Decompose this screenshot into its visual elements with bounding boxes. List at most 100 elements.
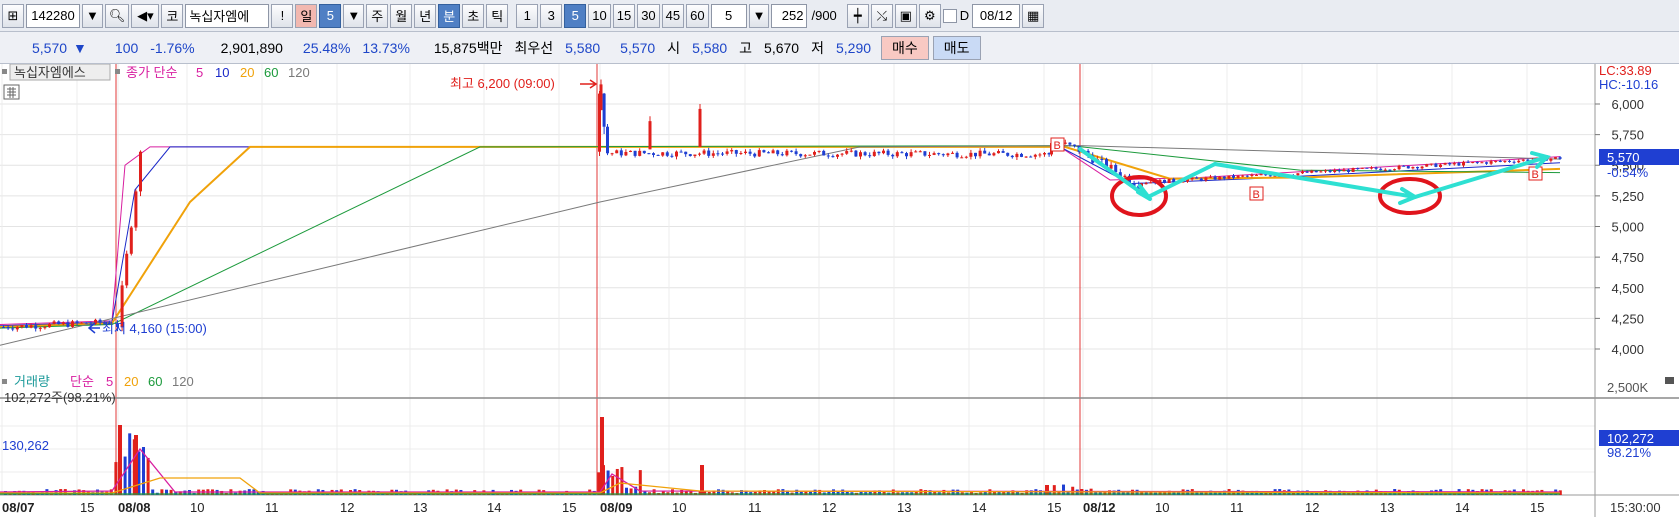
candle-body	[61, 322, 65, 325]
period-year-button[interactable]: 년	[414, 3, 437, 28]
sell-button[interactable]: 매도	[932, 35, 981, 60]
code-dropdown-icon[interactable]: ▼	[82, 3, 103, 28]
candle-body	[826, 155, 830, 157]
interval-30-button[interactable]: 30	[637, 3, 660, 28]
candle-body	[661, 152, 665, 156]
interval-5-button[interactable]: 5	[564, 3, 587, 28]
period-day-button[interactable]: 일	[295, 3, 318, 28]
candle-body	[1218, 176, 1222, 180]
candle-body	[125, 253, 129, 286]
save-icon[interactable]: ▣	[894, 3, 917, 28]
candle-body	[1314, 170, 1318, 173]
candle-body	[1494, 160, 1498, 162]
candle-body	[1043, 153, 1046, 155]
candle-body	[1333, 170, 1337, 172]
candle-body	[1255, 174, 1258, 176]
candle-body	[1374, 167, 1378, 169]
candle-body	[1301, 171, 1304, 174]
candle-body	[1209, 176, 1212, 178]
chart-menu-icon[interactable]: ⊞	[2, 3, 24, 28]
interval-3-button[interactable]: 3	[540, 3, 563, 28]
candle-body	[1236, 175, 1240, 178]
candle-body	[675, 151, 678, 157]
candle-body	[1452, 163, 1456, 165]
alert-button[interactable]: !	[271, 3, 294, 28]
candle-body	[1144, 183, 1148, 185]
panel-collapse-icon[interactable]	[1665, 377, 1674, 384]
period-n-button[interactable]: 5	[319, 3, 342, 28]
gear-icon[interactable]: ⚙	[918, 3, 941, 28]
svg-text:B: B	[1532, 169, 1539, 181]
period-month-button[interactable]: 월	[390, 3, 413, 28]
period-tick-button[interactable]: 틱	[486, 3, 509, 28]
candle-body	[1462, 161, 1465, 166]
candle-body	[693, 154, 697, 157]
search-icon[interactable]: 🔍︎	[104, 3, 130, 28]
period-week-button[interactable]: 주	[366, 3, 389, 28]
date-checkbox[interactable]	[942, 8, 957, 23]
volume-bar	[146, 457, 150, 495]
candle-body	[1356, 168, 1360, 170]
candle-body	[2, 326, 5, 328]
candle-body	[748, 151, 752, 154]
candle-body	[1241, 175, 1245, 177]
interval-60-button[interactable]: 60	[686, 3, 709, 28]
candle-body	[1347, 169, 1350, 172]
candle-body	[1268, 175, 1272, 177]
candle-body	[619, 150, 623, 156]
price-tick-label: 4,250	[1611, 311, 1644, 326]
candle-body	[817, 150, 821, 152]
interval-15-button[interactable]: 15	[612, 3, 636, 28]
candle-body	[1172, 178, 1176, 182]
candle-body	[753, 153, 757, 157]
count-input[interactable]: 252	[771, 3, 808, 28]
low-label: 저	[811, 39, 824, 56]
candle-body	[1508, 160, 1511, 162]
draw-tool-icon[interactable]: ⤯	[870, 3, 893, 28]
candle-body	[629, 150, 632, 152]
b-marker[interactable]: B	[1249, 186, 1264, 201]
candle-body	[886, 150, 890, 155]
time-axis-label: 15	[1047, 500, 1061, 515]
panel-handle-icon[interactable]	[2, 69, 7, 74]
speaker-icon[interactable]: ◀▾	[131, 3, 160, 28]
volume-ratio: 25.48%	[302, 39, 351, 56]
date-input[interactable]: 08/12	[972, 3, 1021, 28]
stock-code-input[interactable]: 142280	[26, 3, 80, 28]
stock-chart-window: ⊞ 142280 ▼ 🔍︎ ◀▾ 코 녹십자엠에 ! 일 5 ▼ 주 월 년 분…	[0, 0, 1679, 517]
stock-name-field[interactable]: 녹십자엠에	[185, 3, 270, 28]
candle-body	[831, 156, 835, 158]
candle-body	[129, 227, 133, 254]
ma-handle-icon[interactable]	[115, 69, 120, 74]
candle-body	[1443, 162, 1447, 165]
b-marker[interactable]: B	[1528, 166, 1543, 181]
volume-handle-icon[interactable]	[2, 379, 7, 384]
interval-dropdown-icon[interactable]: ▼	[748, 3, 770, 28]
volume-ma-title: 단순	[70, 374, 94, 389]
period-second-button[interactable]: 초	[462, 3, 485, 28]
count-total: /900	[811, 8, 837, 23]
custom-interval-input[interactable]: 5	[710, 3, 747, 28]
market-prefix[interactable]: 코	[161, 3, 184, 28]
period-dropdown-icon[interactable]: ▼	[343, 3, 365, 28]
time-axis-label: 15	[80, 500, 94, 515]
candle-body	[43, 327, 47, 329]
period-minute-button[interactable]: 분	[438, 3, 461, 28]
candle-body	[1038, 154, 1042, 156]
candle-body	[1024, 156, 1028, 158]
interval-1-button[interactable]: 1	[516, 3, 539, 28]
chart-type-icon[interactable]: ┿	[846, 3, 869, 28]
interval-10-button[interactable]: 10	[588, 3, 611, 28]
interval-45-button[interactable]: 45	[661, 3, 685, 28]
buy-button[interactable]: 매수	[881, 35, 929, 60]
candle-body	[66, 322, 70, 327]
candle-body	[872, 151, 876, 157]
candle-body	[1498, 160, 1502, 162]
candle-body	[1010, 155, 1014, 158]
b-marker[interactable]: B	[1050, 137, 1065, 152]
candle-body	[6, 327, 10, 329]
candle-body	[744, 151, 747, 153]
calendar-icon[interactable]: ▦	[1022, 3, 1045, 28]
ma-period-60: 60	[264, 65, 278, 80]
candlestick-chart[interactable]: 녹십자엠에스 종가 단순 5 10 20 60 120 최고 6,200 (09…	[0, 64, 1679, 517]
